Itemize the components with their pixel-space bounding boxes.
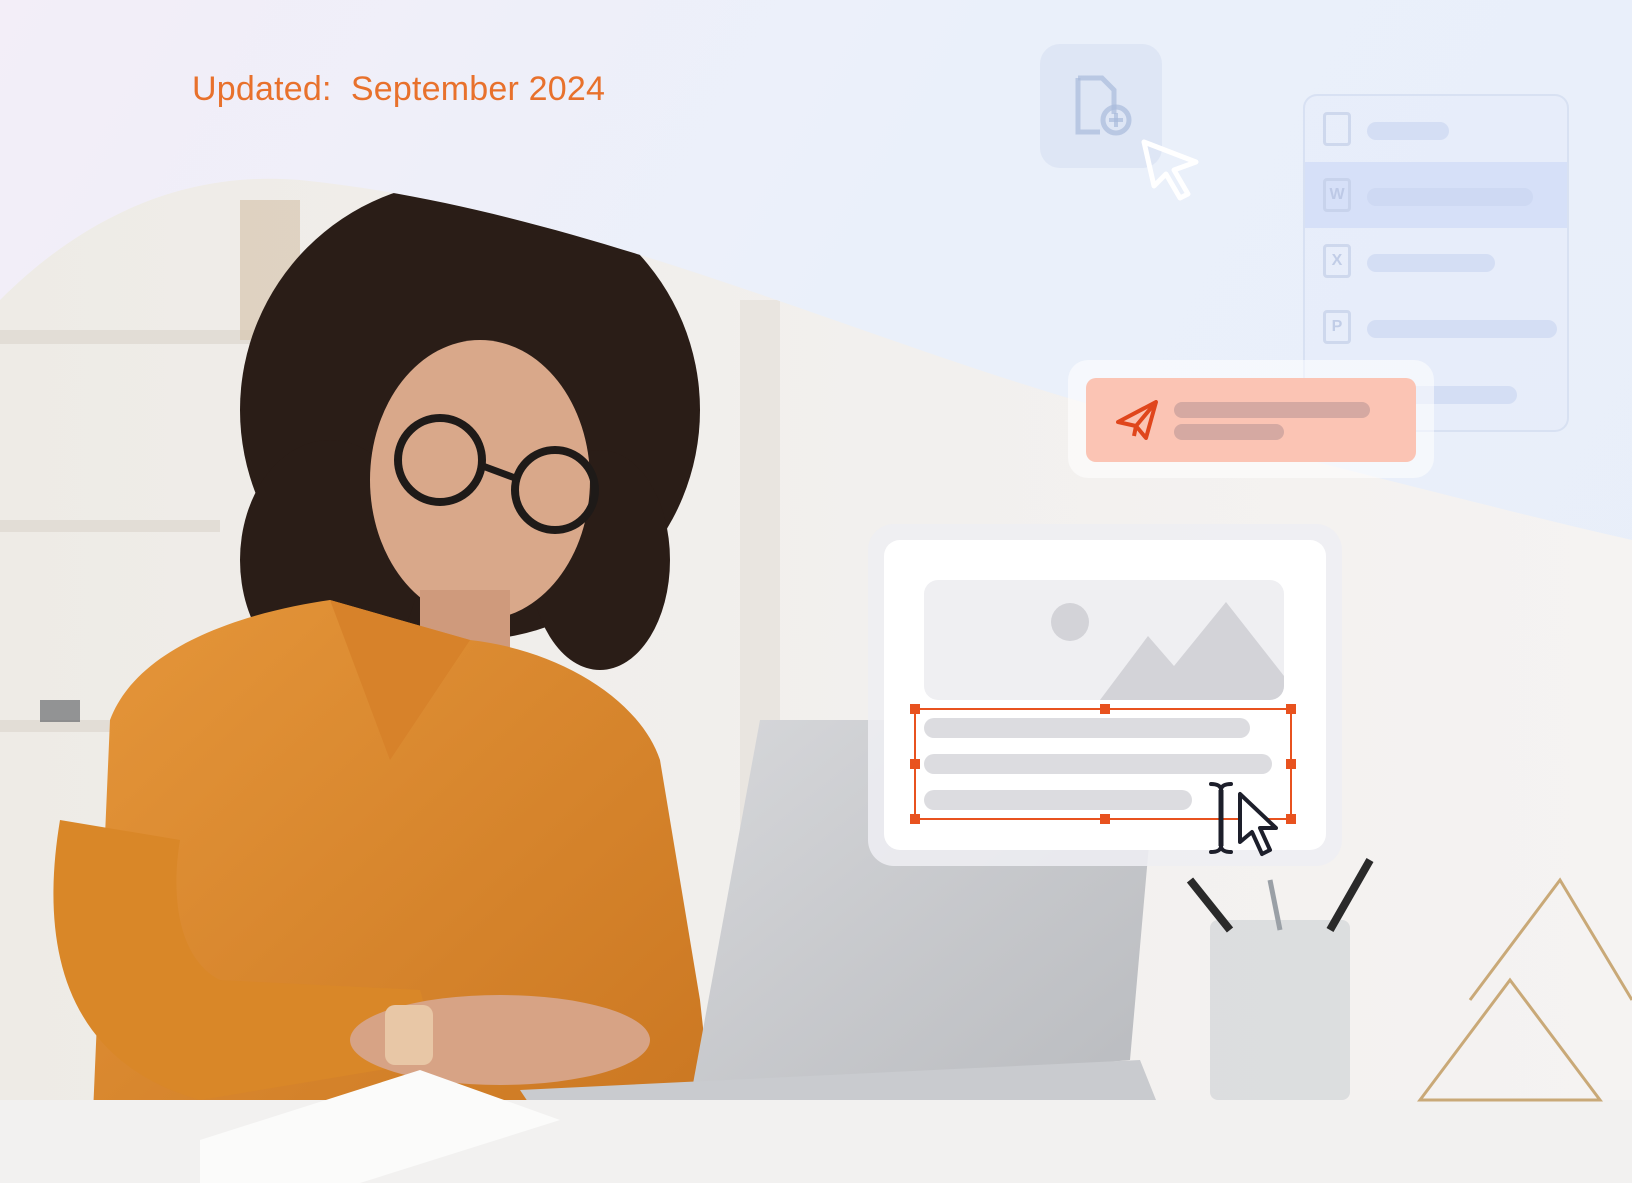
- updated-date: September 2024: [350, 70, 606, 108]
- send-notification: [1086, 378, 1416, 462]
- cursor-arrow-icon: [1238, 792, 1278, 856]
- cursor-arrow-icon: [1141, 139, 1199, 201]
- resize-handle[interactable]: [910, 704, 920, 714]
- file-list-item: W: [1305, 162, 1567, 228]
- resize-handle[interactable]: [910, 814, 920, 824]
- document-icon: [1323, 112, 1351, 146]
- hero-banner: Updated: September 2024 W X P: [0, 0, 1632, 1183]
- word-file-icon: W: [1323, 178, 1351, 212]
- file-list-item: X: [1305, 228, 1567, 294]
- image-placeholder-icon: [1051, 602, 1284, 700]
- editor-card: [884, 540, 1326, 856]
- resize-handle[interactable]: [910, 759, 920, 769]
- send-text-line: [1174, 402, 1370, 418]
- updated-label: Updated:: [192, 70, 332, 108]
- paper-plane-icon: [1116, 400, 1158, 440]
- file-list-item: P: [1305, 294, 1567, 360]
- resize-handle[interactable]: [1286, 704, 1296, 714]
- resize-handle[interactable]: [1100, 814, 1110, 824]
- file-plus-icon: [1075, 75, 1132, 136]
- powerpoint-file-icon: P: [1323, 310, 1351, 344]
- resize-handle[interactable]: [1286, 814, 1296, 824]
- image-placeholder: [924, 580, 1284, 700]
- send-text-line: [1174, 424, 1284, 440]
- i-beam-icon: [1209, 782, 1233, 854]
- updated-date-text: Updated: September 2024: [192, 70, 605, 109]
- resize-handle[interactable]: [1286, 759, 1296, 769]
- excel-file-icon: X: [1323, 244, 1351, 278]
- file-list-item: [1305, 96, 1567, 162]
- resize-handle[interactable]: [1100, 704, 1110, 714]
